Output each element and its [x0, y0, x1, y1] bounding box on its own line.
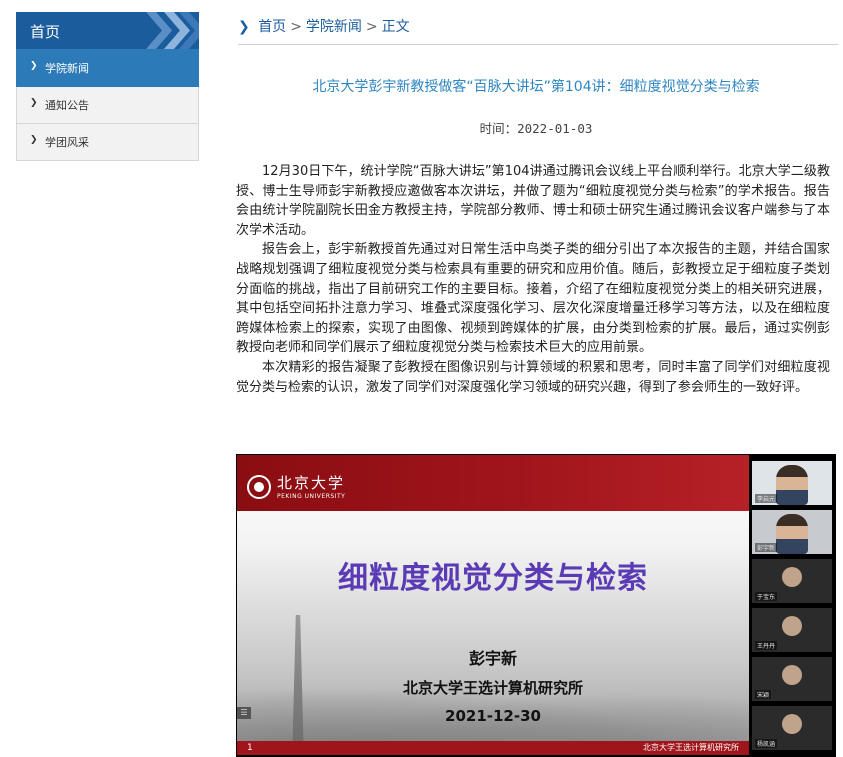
article-paragraph: 12月30日下午，统计学院“百脉大讲坛”第104讲通过腾讯会议线上平台顺利举行。… — [236, 164, 830, 238]
breadcrumb-separator: > — [290, 19, 302, 35]
slide-speaker: 彭宇新 — [468, 649, 517, 668]
sidebar-item-notices[interactable]: ❯ 通知公告 — [16, 87, 199, 124]
avatar — [782, 665, 802, 685]
participant-name: 彭宇新 — [755, 543, 778, 552]
avatar — [782, 567, 802, 587]
chevron-right-icon — [179, 12, 199, 49]
participant-tile[interactable]: 宋颖 — [752, 657, 832, 701]
slide-date: 2021-12-30 — [445, 707, 541, 725]
menu-icon[interactable]: ☰ — [237, 707, 251, 719]
participant-video — [776, 465, 808, 505]
article-paragraph: 本次精彩的报告凝聚了彭教授在图像识别与计算领域的积累和思考，同时丰富了同学们对细… — [236, 359, 830, 395]
avatar — [782, 714, 802, 734]
participant-name: 杨凯涵 — [755, 739, 778, 748]
slide-logo-subtext: PEKING UNIVERSITY — [277, 493, 346, 500]
slide-title: 细粒度视觉分类与检索 — [338, 561, 648, 596]
participant-tile[interactable]: 于宝东 — [752, 559, 832, 603]
participant-tile[interactable]: 杨凯涵 — [752, 706, 832, 750]
article-paragraph: 报告会上，彭宇新教授首先通过对日常生活中鸟类子类的细分引出了本次报告的主题，并结… — [236, 242, 830, 356]
chevron-right-icon: ❯ — [30, 98, 38, 108]
slide-page-number: 1 — [247, 743, 253, 753]
slide-organization: 北京大学王选计算机研究所 — [402, 679, 583, 697]
avatar — [782, 616, 802, 636]
slide-footer-org: 北京大学王选计算机研究所 — [643, 743, 739, 752]
chevron-right-icon: ❯ — [30, 135, 38, 145]
sidebar-header[interactable]: 首页 — [16, 12, 199, 49]
participant-name: 于宝东 — [755, 592, 778, 601]
meeting-screenshot: 北京大学 PEKING UNIVERSITY 细粒度视觉分类与检索 彭宇新 北京… — [236, 454, 836, 757]
university-seal-icon — [247, 475, 271, 499]
sidebar-item-student-style[interactable]: ❯ 学团风采 — [16, 124, 199, 161]
participant-tile[interactable]: 李启元 — [752, 461, 832, 505]
sidebar-title: 首页 — [30, 23, 61, 41]
participant-name: 宋颖 — [755, 690, 772, 699]
participant-tile[interactable]: 王丹丹 — [752, 608, 832, 652]
breadcrumb-home-link[interactable]: 首页 — [258, 19, 286, 35]
breadcrumb-current: 正文 — [381, 19, 410, 35]
participant-name: 王丹丹 — [755, 641, 778, 650]
lecture-slide: 北京大学 PEKING UNIVERSITY 细粒度视觉分类与检索 彭宇新 北京… — [237, 455, 749, 755]
article-title: 北京大学彭宇新教授做客“百脉大讲坛”第104讲：细粒度视觉分类与检索 — [312, 79, 760, 95]
sidebar-item-label: 通知公告 — [45, 99, 89, 112]
slide-logo-text: 北京大学 — [277, 474, 346, 492]
participant-name: 李启元 — [755, 494, 778, 503]
breadcrumb-news-link[interactable]: 学院新闻 — [306, 19, 362, 35]
article-body: 12月30日下午，统计学院“百脉大讲坛”第104讲通过腾讯会议线上平台顺利举行。… — [236, 162, 830, 397]
article-date: 时间：2022-01-03 — [479, 121, 593, 136]
sidebar: 首页 ❯ 学院新闻 ❯ 通知公告 ❯ 学团风采 — [16, 12, 199, 161]
breadcrumb-arrow-icon: ❯ — [238, 19, 250, 35]
sidebar-item-label: 学院新闻 — [45, 62, 89, 75]
sidebar-item-college-news[interactable]: ❯ 学院新闻 — [16, 49, 199, 87]
breadcrumb: ❯ 首页 > 学院新闻 > 正文 — [238, 16, 838, 45]
chevron-right-icon: ❯ — [30, 61, 38, 71]
breadcrumb-separator: > — [365, 19, 378, 35]
participant-video — [776, 514, 808, 554]
participant-panel: 李启元 彭宇新 于宝东 王丹丹 宋颖 杨凯涵 — [752, 461, 832, 757]
participant-tile[interactable]: 彭宇新 — [752, 510, 832, 554]
sidebar-item-label: 学团风采 — [45, 136, 89, 149]
